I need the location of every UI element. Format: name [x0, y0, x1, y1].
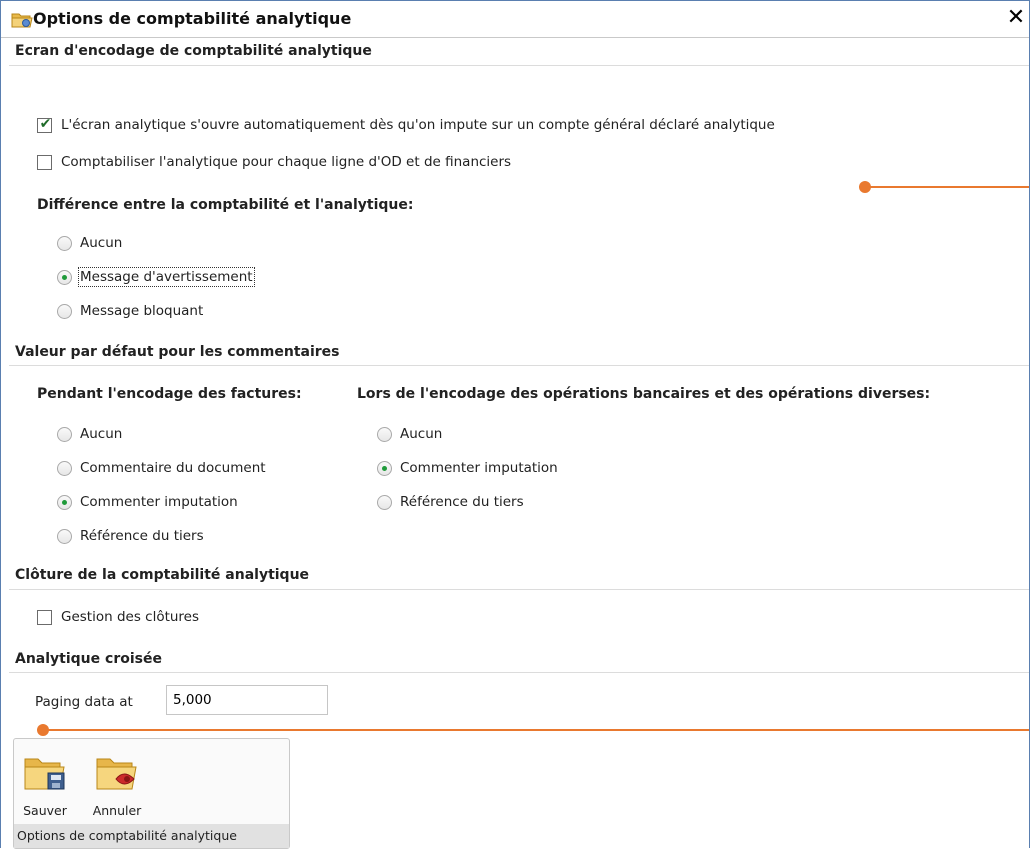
paging-input[interactable] [166, 685, 328, 715]
radio-button[interactable] [57, 269, 72, 285]
radio-button[interactable] [57, 235, 72, 251]
paging-label: Paging data at [35, 694, 133, 710]
title-bar: Options de comptabilité analytique ✕ [1, 1, 1029, 38]
radio-difference-bloquant[interactable]: Message bloquant [57, 303, 203, 319]
save-button[interactable]: Sauver [16, 747, 74, 827]
cancel-button[interactable]: Annuler [88, 747, 146, 827]
radio-button[interactable] [57, 426, 72, 442]
radio-label: Aucun [400, 426, 443, 442]
section-header-croisee: Analytique croisée [15, 651, 162, 667]
radio-button[interactable] [377, 426, 392, 442]
checkbox-auto-open-label: L'écran analytique s'ouvre automatiqueme… [61, 117, 775, 133]
ribbon-group-label: Options de comptabilité analytique [14, 824, 289, 848]
checkbox-od-label: Comptabiliser l'analytique pour chaque l… [61, 154, 512, 170]
checkbox-clotures-row[interactable]: Gestion des clôtures [37, 609, 199, 625]
section-header-commentaires: Valeur par défaut pour les commentaires [15, 344, 340, 360]
radio-label: Commenter imputation [400, 460, 558, 476]
factures-header: Pendant l'encodage des factures: [37, 386, 302, 402]
difference-header: Différence entre la comptabilité et l'an… [37, 197, 414, 213]
radio-factures-commentaire-document[interactable]: Commentaire du document [57, 460, 266, 476]
window-title: Options de comptabilité analytique [33, 9, 352, 28]
radio-bancaires-commenter-imputation[interactable]: Commenter imputation [377, 460, 558, 476]
connector-line-bottom [47, 729, 1029, 731]
cancel-label: Annuler [92, 803, 142, 818]
folder-save-icon [24, 758, 65, 790]
radio-difference-avertissement[interactable]: Message d'avertissement [57, 267, 255, 287]
divider [9, 589, 1029, 590]
checkbox-auto-open[interactable]: ✔ [37, 115, 52, 133]
radio-button[interactable] [57, 460, 72, 476]
radio-factures-aucun[interactable]: Aucun [57, 426, 122, 442]
radio-label: Référence du tiers [400, 494, 524, 510]
close-icon[interactable]: ✕ [1005, 5, 1027, 31]
checkbox-clotures-label: Gestion des clôtures [61, 609, 200, 625]
check-mark-icon: ✔ [39, 115, 52, 132]
radio-button[interactable] [57, 303, 72, 319]
connector-line-top [869, 186, 1029, 188]
radio-factures-commenter-imputation[interactable]: Commenter imputation [57, 494, 238, 510]
folder-cancel-icon [96, 758, 137, 790]
radio-button[interactable] [377, 494, 392, 510]
radio-button[interactable] [57, 494, 72, 510]
radio-label: Message bloquant [80, 303, 204, 319]
section-header-cloture: Clôture de la comptabilité analytique [15, 567, 310, 583]
divider [9, 65, 1029, 66]
radio-label: Référence du tiers [80, 528, 204, 544]
radio-button[interactable] [57, 528, 72, 544]
radio-label: Commenter imputation [80, 494, 238, 510]
radio-bancaires-aucun[interactable]: Aucun [377, 426, 442, 442]
radio-factures-reference-tiers[interactable]: Référence du tiers [57, 528, 204, 544]
divider [9, 672, 1029, 673]
checkbox-clotures[interactable] [37, 609, 52, 625]
radio-bancaires-reference-tiers[interactable]: Référence du tiers [377, 494, 524, 510]
bancaires-header: Lors de l'encodage des opérations bancai… [357, 386, 931, 402]
radio-label: Message d'avertissement [78, 267, 255, 287]
save-label: Sauver [23, 803, 67, 818]
radio-label: Aucun [80, 235, 123, 251]
checkbox-od[interactable] [37, 154, 52, 170]
radio-button[interactable] [377, 460, 392, 476]
checkbox-auto-open-row[interactable]: ✔ L'écran analytique s'ouvre automatique… [37, 115, 775, 133]
radio-label: Aucun [80, 426, 123, 442]
radio-label: Commentaire du document [80, 460, 266, 476]
checkbox-od-row[interactable]: Comptabiliser l'analytique pour chaque l… [37, 154, 511, 170]
section-header-encodage: Ecran d'encodage de comptabilité analyti… [15, 43, 372, 59]
ribbon-group: Sauver Annuler Options de comptabilité a… [13, 738, 290, 849]
divider [9, 365, 1029, 366]
radio-difference-aucun[interactable]: Aucun [57, 235, 122, 251]
folder-options-icon [11, 9, 33, 29]
options-window: Options de comptabilité analytique ✕ Ecr… [0, 0, 1030, 849]
